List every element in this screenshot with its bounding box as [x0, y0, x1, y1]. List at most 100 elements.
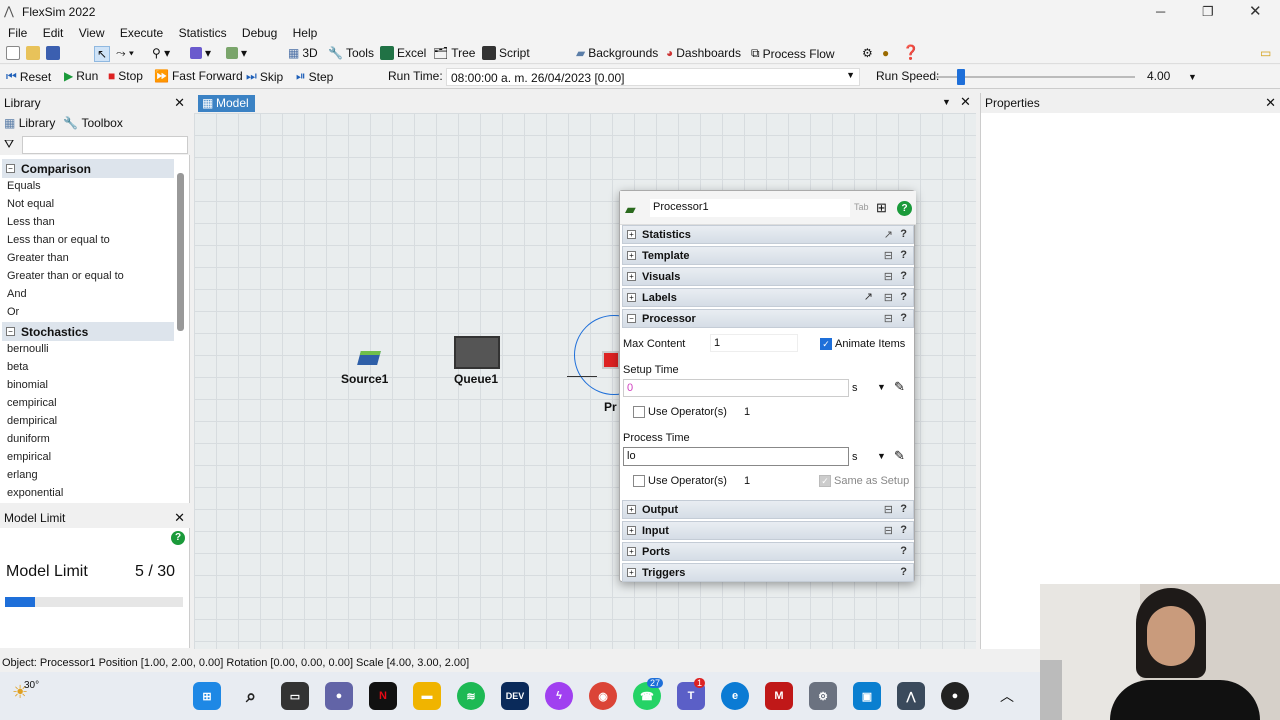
filter-input[interactable]	[22, 136, 188, 154]
reset-button[interactable]: ⏮ Reset	[6, 69, 51, 84]
template-icon[interactable]: ⊟	[884, 503, 893, 516]
same-as-setup-checkbox[interactable]: ✓	[819, 475, 831, 487]
help-icon[interactable]: ?	[900, 228, 907, 240]
object-connect-icon[interactable]: ⚲ ▾	[152, 46, 170, 60]
max-content-field[interactable]: 1	[710, 334, 798, 352]
setup-operators-count[interactable]: 1	[744, 406, 750, 418]
menu-statistics[interactable]: Statistics	[179, 26, 227, 40]
list-item[interactable]: cempirical	[2, 395, 174, 413]
close-icon[interactable]: ✕	[174, 95, 185, 111]
setup-use-operators-checkbox[interactable]	[633, 406, 645, 418]
setup-time-field[interactable]: 0	[623, 379, 849, 397]
excel-button[interactable]: Excel	[380, 46, 426, 60]
save-icon[interactable]	[46, 46, 60, 60]
fast-forward-button[interactable]: ⏩ Fast Forward	[154, 69, 243, 83]
task-view-icon[interactable]: ▭	[281, 682, 309, 710]
help-icon[interactable]: ?	[900, 545, 907, 557]
section-output[interactable]: + Output ⊟?	[622, 500, 914, 519]
open-folder-icon[interactable]	[26, 46, 40, 60]
list-item[interactable]: Less than or equal to	[2, 232, 174, 250]
netflix-icon[interactable]: N	[369, 682, 397, 710]
mcafee-icon[interactable]: M	[765, 682, 793, 710]
list-item[interactable]: dempirical	[2, 413, 174, 431]
list-item[interactable]: Greater than or equal to	[2, 268, 174, 286]
process-use-operators-checkbox[interactable]	[633, 475, 645, 487]
menu-help[interactable]: Help	[293, 26, 318, 40]
section-processor[interactable]: − Processor ⊟?	[622, 309, 914, 328]
flexsim-icon[interactable]: ⋀	[897, 682, 925, 710]
section-triggers[interactable]: + Triggers?	[622, 563, 914, 582]
list-item[interactable]: beta	[2, 359, 174, 377]
maximize-button[interactable]: ❐	[1202, 4, 1214, 20]
menu-view[interactable]: View	[79, 26, 105, 40]
help-icon[interactable]: ?	[900, 270, 907, 282]
queue-object[interactable]	[454, 336, 500, 369]
help-icon[interactable]: ?	[900, 503, 907, 515]
tab-model[interactable]: ▦ Model	[198, 95, 255, 112]
tab-toolbox[interactable]: 🔧 Toolbox	[63, 116, 122, 132]
pin-icon[interactable]: ↗	[884, 228, 893, 241]
section-template[interactable]: + Template ⊟?	[622, 246, 914, 265]
folder-icon[interactable]: ▭	[1260, 46, 1271, 60]
menu-debug[interactable]: Debug	[242, 26, 277, 40]
pin-icon[interactable]: ↗	[864, 290, 873, 303]
list-item[interactable]: Greater than	[2, 250, 174, 268]
list-item[interactable]: erlang	[2, 467, 174, 485]
menu-edit[interactable]: Edit	[43, 26, 64, 40]
menu-execute[interactable]: Execute	[120, 26, 163, 40]
section-stochastics[interactable]: − Stochastics	[2, 322, 174, 341]
list-item[interactable]: empirical	[2, 449, 174, 467]
object-name-field[interactable]: Processor1	[650, 199, 850, 217]
recorder-icon[interactable]: ●	[941, 682, 969, 710]
settings-icon[interactable]: ⚙	[809, 682, 837, 710]
help-icon[interactable]: ?	[900, 566, 907, 578]
help-icon[interactable]: ?	[171, 531, 185, 545]
list-item[interactable]: Equals	[2, 178, 174, 196]
template-icon[interactable]: ⊟	[884, 524, 893, 537]
section-input[interactable]: + Input ⊟?	[622, 521, 914, 540]
tree-icon[interactable]: ⊞	[876, 200, 887, 216]
shape-tool-icon[interactable]: ▾	[190, 46, 211, 60]
connect-mode-icon[interactable]: ⤳ ▾	[116, 46, 134, 61]
menu-file[interactable]: File	[8, 26, 27, 40]
tree-button[interactable]: 🗂 Tree	[433, 46, 475, 60]
run-button[interactable]: ▶ Run	[64, 69, 98, 83]
help-icon[interactable]: ?	[900, 312, 907, 324]
dashboards-button[interactable]: ◕ Dashboards	[666, 46, 741, 60]
select-mode-icon[interactable]: ↖	[94, 46, 111, 62]
dev-tools-icon[interactable]: DEV	[501, 682, 529, 710]
template-icon[interactable]: ⊟	[884, 249, 893, 262]
tools-button[interactable]: 🔧 Tools	[328, 46, 374, 60]
list-item[interactable]: Less than	[2, 214, 174, 232]
spotify-icon[interactable]: ≋	[457, 682, 485, 710]
list-item[interactable]: Or	[2, 304, 174, 322]
chrome-icon[interactable]: ◉	[589, 682, 617, 710]
lightbulb-icon[interactable]: ●	[882, 46, 889, 60]
process-flow-button[interactable]: ⧉ Process Flow	[751, 46, 835, 61]
search-icon[interactable]: ⌕	[237, 682, 265, 710]
help-icon[interactable]: ?	[900, 524, 907, 536]
list-item[interactable]: And	[2, 286, 174, 304]
messenger-icon[interactable]: ϟ	[545, 682, 573, 710]
settings-gear-icon[interactable]: ⚙	[862, 46, 873, 60]
run-speed-slider[interactable]	[935, 76, 1135, 78]
close-icon[interactable]: ✕	[1265, 95, 1276, 111]
section-statistics[interactable]: + Statistics ↗?	[622, 225, 914, 244]
section-labels[interactable]: + Labels ↗ ⊟?	[622, 288, 914, 307]
list-item[interactable]: exponential	[2, 485, 174, 503]
help-icon[interactable]: ?	[900, 249, 907, 261]
script-button[interactable]: Script	[482, 46, 530, 60]
template-icon[interactable]: ⊟	[884, 291, 893, 304]
stop-button[interactable]: ■ Stop	[108, 69, 143, 83]
help-icon[interactable]: ?	[897, 201, 912, 216]
minimize-button[interactable]: ─	[1156, 4, 1165, 19]
template-icon[interactable]: ⊟	[884, 312, 893, 325]
template-icon[interactable]: ⊟	[884, 270, 893, 283]
chevron-up-icon[interactable]: ︿	[1000, 686, 1014, 706]
layout-tool-icon[interactable]: ▾	[226, 46, 247, 60]
chevron-down-icon[interactable]: ▼	[942, 97, 951, 107]
list-item[interactable]: duniform	[2, 431, 174, 449]
run-speed-dropdown-icon[interactable]: ▼	[1188, 72, 1197, 82]
skip-button[interactable]: ⏭ Skip	[246, 69, 283, 84]
list-item[interactable]: binomial	[2, 377, 174, 395]
